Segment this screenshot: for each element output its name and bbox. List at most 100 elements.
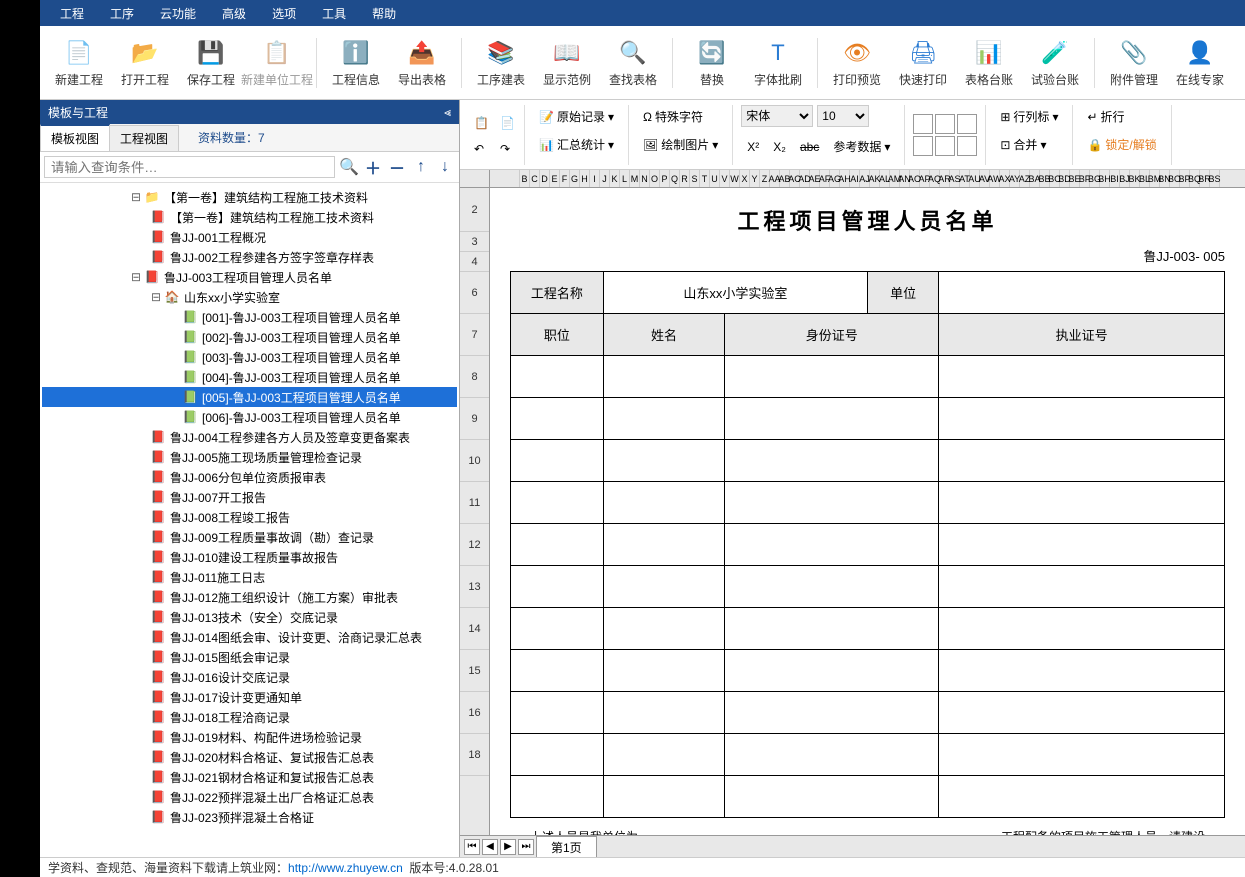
row-header[interactable]: 15 <box>460 650 489 692</box>
down-icon[interactable]: ↓ <box>435 157 455 177</box>
row-col-button[interactable]: ⊞ 行列标 ▾ <box>994 105 1064 129</box>
ribbon-在线专家[interactable]: 👤在线专家 <box>1169 31 1231 95</box>
tree-node[interactable]: 📕鲁JJ-001工程概况 <box>42 227 457 247</box>
row-header[interactable]: 2 <box>460 188 489 232</box>
tree-node[interactable]: 📕【第一卷】建筑结构工程施工技术资料 <box>42 207 457 227</box>
tree-node[interactable]: 📕鲁JJ-012施工组织设计（施工方案）审批表 <box>42 587 457 607</box>
paste-icon[interactable]: 📄 <box>494 111 516 135</box>
tree-node[interactable]: 📕鲁JJ-021钢材合格证和复试报告汇总表 <box>42 767 457 787</box>
table-row[interactable] <box>511 482 1225 524</box>
template-tree[interactable]: ⊟📁【第一卷】建筑结构工程施工技术资料📕【第一卷】建筑结构工程施工技术资料📕鲁J… <box>40 183 459 857</box>
menu-高级[interactable]: 高级 <box>210 1 258 26</box>
tree-node[interactable]: 📕鲁JJ-008工程竣工报告 <box>42 507 457 527</box>
table-row[interactable] <box>511 692 1225 734</box>
ribbon-查找表格[interactable]: 🔍查找表格 <box>602 31 664 95</box>
tree-node[interactable]: 📕鲁JJ-018工程洽商记录 <box>42 707 457 727</box>
menu-帮助[interactable]: 帮助 <box>360 1 408 26</box>
col-header[interactable]: I <box>590 170 600 187</box>
ribbon-附件管理[interactable]: 📎附件管理 <box>1103 31 1165 95</box>
form-table[interactable]: 工程名称 山东xx小学实验室 单位 职位 姓名 身份证号 <box>510 271 1225 818</box>
row-header[interactable]: 18 <box>460 734 489 776</box>
font-name-select[interactable]: 宋体 <box>741 105 813 127</box>
add-icon[interactable]: ＋ <box>363 157 383 177</box>
expand-icon[interactable]: ⊟ <box>130 270 142 284</box>
tree-node[interactable]: ⊟🏠山东xx小学实验室 <box>42 287 457 307</box>
row-header[interactable]: 10 <box>460 440 489 482</box>
row-header[interactable]: 3 <box>460 232 489 252</box>
col-header[interactable]: F <box>560 170 570 187</box>
row-header[interactable]: 7 <box>460 314 489 356</box>
table-row[interactable] <box>511 650 1225 692</box>
ribbon-导出表格[interactable]: 📤导出表格 <box>391 31 453 95</box>
col-header[interactable]: M <box>630 170 640 187</box>
value-project-name[interactable]: 山东xx小学实验室 <box>603 272 867 314</box>
ribbon-替换[interactable]: 🔄替换 <box>681 31 743 95</box>
tree-node[interactable]: 📕鲁JJ-017设计变更通知单 <box>42 687 457 707</box>
merge-button[interactable]: ⊡ 合并 ▾ <box>994 133 1052 157</box>
ribbon-试验台账[interactable]: 🧪试验台账 <box>1024 31 1086 95</box>
column-headers[interactable]: BCDEFGHIJKLMNOPQRSTUVWXYZAAABACADAEAFAGA… <box>490 170 1245 188</box>
expand-icon[interactable]: ⊟ <box>130 190 142 204</box>
menu-工具[interactable]: 工具 <box>310 1 358 26</box>
expand-icon[interactable]: ⊟ <box>150 290 162 304</box>
tree-node[interactable]: 📗[005]-鲁JJ-003工程项目管理人员名单 <box>42 387 457 407</box>
tree-node[interactable]: 📕鲁JJ-023预拌混凝土合格证 <box>42 807 457 827</box>
row-header[interactable]: 11 <box>460 482 489 524</box>
tree-node[interactable]: 📗[002]-鲁JJ-003工程项目管理人员名单 <box>42 327 457 347</box>
menu-云功能[interactable]: 云功能 <box>148 1 208 26</box>
row-headers[interactable]: 23467891011121314151618 <box>460 188 490 835</box>
table-row[interactable] <box>511 608 1225 650</box>
tree-node[interactable]: ⊟📁【第一卷】建筑结构工程施工技术资料 <box>42 187 457 207</box>
col-header[interactable]: L <box>620 170 630 187</box>
row-header[interactable]: 9 <box>460 398 489 440</box>
website-link[interactable]: http://www.zhuyew.cn <box>288 861 403 875</box>
ribbon-表格台账[interactable]: 📊表格台账 <box>958 31 1020 95</box>
tab-template-view[interactable]: 模板视图 <box>40 124 110 151</box>
ribbon-打开工程[interactable]: 📂打开工程 <box>114 31 176 95</box>
tab-project-view[interactable]: 工程视图 <box>109 125 179 151</box>
table-row[interactable] <box>511 524 1225 566</box>
tree-node[interactable]: 📕鲁JJ-006分包单位资质报审表 <box>42 467 457 487</box>
col-header[interactable]: D <box>540 170 550 187</box>
ribbon-字体批刷[interactable]: T字体批刷 <box>747 31 809 95</box>
tree-node[interactable]: 📕鲁JJ-022预拌混凝土出厂合格证汇总表 <box>42 787 457 807</box>
row-header[interactable]: 13 <box>460 566 489 608</box>
redo-icon[interactable]: ↷ <box>494 137 516 161</box>
col-header[interactable]: W <box>730 170 740 187</box>
wrap-button[interactable]: ↵ 折行 <box>1081 105 1130 129</box>
menu-工序[interactable]: 工序 <box>98 1 146 26</box>
col-header[interactable]: N <box>640 170 650 187</box>
tree-node[interactable]: 📕鲁JJ-002工程参建各方签字签章存样表 <box>42 247 457 267</box>
table-row[interactable] <box>511 734 1225 776</box>
sheet-tab[interactable]: 第1页 <box>536 836 597 858</box>
sheet-body[interactable]: 工程项目管理人员名单 鲁JJ-003- 005 工程名称 山东xx小学实验室 单… <box>490 188 1245 835</box>
raw-record-button[interactable]: 📝 原始记录 ▾ <box>533 105 620 129</box>
ribbon-显示范例[interactable]: 📖显示范例 <box>536 31 598 95</box>
row-header[interactable]: 8 <box>460 356 489 398</box>
tree-node[interactable]: 📕鲁JJ-007开工报告 <box>42 487 457 507</box>
undo-icon[interactable]: ↶ <box>468 137 490 161</box>
col-header[interactable]: Q <box>670 170 680 187</box>
tree-node[interactable]: 📕鲁JJ-015图纸会审记录 <box>42 647 457 667</box>
table-row[interactable] <box>511 398 1225 440</box>
tree-node[interactable]: 📕鲁JJ-013技术（安全）交底记录 <box>42 607 457 627</box>
table-row[interactable] <box>511 776 1225 818</box>
ribbon-新建工程[interactable]: 📄新建工程 <box>48 31 110 95</box>
col-header[interactable]: H <box>580 170 590 187</box>
strikethrough-icon[interactable]: abc <box>794 135 825 159</box>
font-size-select[interactable]: 10 <box>817 105 869 127</box>
draw-image-button[interactable]: 🖼 绘制图片 ▾ <box>637 133 724 157</box>
tree-node[interactable]: 📗[006]-鲁JJ-003工程项目管理人员名单 <box>42 407 457 427</box>
table-row[interactable] <box>511 566 1225 608</box>
col-header[interactable]: E <box>550 170 560 187</box>
col-header[interactable]: K <box>610 170 620 187</box>
col-header[interactable]: AH <box>840 170 850 187</box>
tree-node[interactable]: 📗[004]-鲁JJ-003工程项目管理人员名单 <box>42 367 457 387</box>
remove-icon[interactable]: － <box>387 157 407 177</box>
tree-node[interactable]: 📗[001]-鲁JJ-003工程项目管理人员名单 <box>42 307 457 327</box>
col-header[interactable]: Y <box>750 170 760 187</box>
special-char-button[interactable]: Ω 特殊字符 <box>637 105 709 129</box>
menu-选项[interactable]: 选项 <box>260 1 308 26</box>
search-icon[interactable]: 🔍 <box>339 157 359 177</box>
col-header[interactable]: C <box>530 170 540 187</box>
